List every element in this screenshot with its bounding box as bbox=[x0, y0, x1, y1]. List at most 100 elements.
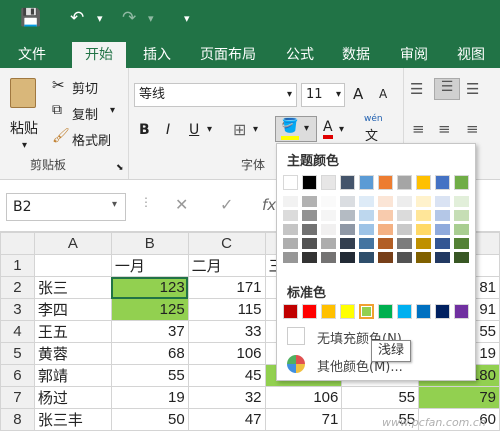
cell[interactable]: 68 bbox=[110, 342, 189, 365]
cut-button[interactable]: 剪切 bbox=[72, 78, 98, 97]
standard-color-swatch[interactable] bbox=[340, 304, 355, 319]
cell[interactable]: 47 bbox=[187, 408, 266, 431]
borders-dropdown-icon[interactable]: ▾ bbox=[253, 124, 258, 135]
standard-color-swatch[interactable] bbox=[435, 304, 450, 319]
insert-function-icon[interactable]: fx bbox=[262, 196, 276, 214]
cell[interactable]: 171 bbox=[187, 276, 266, 299]
column-header-c[interactable]: C bbox=[187, 232, 266, 255]
standard-color-swatch-selected[interactable] bbox=[359, 304, 374, 319]
align-left-icon[interactable]: ≡ bbox=[412, 120, 425, 138]
save-icon[interactable]: 💾 bbox=[20, 8, 41, 28]
cell[interactable]: 二月 bbox=[187, 254, 266, 277]
cell[interactable]: 郭靖 bbox=[33, 364, 112, 387]
cell[interactable]: 125 bbox=[110, 298, 189, 321]
font-name-field[interactable]: 等线 ▾ bbox=[134, 83, 297, 107]
row-header[interactable]: 3 bbox=[0, 298, 35, 321]
underline-dropdown-icon[interactable]: ▾ bbox=[207, 124, 212, 135]
tab-review[interactable]: 审阅 bbox=[390, 42, 438, 68]
tab-data[interactable]: 数据 bbox=[332, 42, 380, 68]
undo-icon[interactable]: ↶ bbox=[70, 8, 84, 28]
italic-button[interactable]: I bbox=[166, 122, 170, 138]
font-size-field[interactable]: 11 ▾ bbox=[301, 83, 345, 107]
cell[interactable]: 李四 bbox=[33, 298, 112, 321]
align-bottom-icon[interactable]: ☰ bbox=[466, 80, 479, 98]
select-all-corner[interactable] bbox=[0, 232, 35, 255]
bold-button[interactable]: B bbox=[139, 122, 150, 138]
cell[interactable]: 32 bbox=[187, 386, 266, 409]
tab-home[interactable]: 开始 bbox=[72, 42, 126, 68]
cell[interactable]: 50 bbox=[110, 408, 189, 431]
row-header[interactable]: 4 bbox=[0, 320, 35, 343]
cell[interactable]: 55 bbox=[110, 364, 189, 387]
align-top-icon[interactable]: ☰ bbox=[410, 80, 423, 98]
borders-icon[interactable]: ⊞ bbox=[233, 120, 246, 139]
row-header[interactable]: 5 bbox=[0, 342, 35, 365]
format-painter-icon[interactable]: 🖌 bbox=[52, 128, 70, 144]
paste-button[interactable]: 粘贴 bbox=[10, 118, 38, 138]
decrease-font-button[interactable]: A bbox=[379, 87, 387, 101]
standard-color-swatch[interactable] bbox=[454, 304, 469, 319]
cell[interactable]: 115 bbox=[187, 298, 266, 321]
formula-bar-drag-handle[interactable]: ⋮ bbox=[140, 195, 152, 209]
cell[interactable]: 33 bbox=[187, 320, 266, 343]
font-color-dropdown-icon[interactable]: ▾ bbox=[339, 124, 344, 135]
column-header-a[interactable]: A bbox=[33, 232, 112, 255]
row-header[interactable]: 8 bbox=[0, 408, 35, 431]
standard-color-swatch[interactable] bbox=[397, 304, 412, 319]
paste-icon[interactable] bbox=[10, 78, 36, 108]
align-center-icon[interactable]: ≡ bbox=[438, 120, 451, 138]
align-middle-icon[interactable]: ☰ bbox=[434, 78, 460, 100]
cell[interactable]: 黄蓉 bbox=[33, 342, 112, 365]
namebox-dropdown-icon[interactable]: ▾ bbox=[112, 199, 117, 210]
cell[interactable]: 106 bbox=[187, 342, 266, 365]
cell[interactable]: 79 bbox=[418, 386, 500, 409]
cell[interactable] bbox=[33, 254, 112, 277]
tab-insert[interactable]: 插入 bbox=[133, 42, 181, 68]
cell[interactable]: 杨过 bbox=[33, 386, 112, 409]
cut-icon[interactable]: ✂ bbox=[52, 76, 65, 94]
standard-color-swatch[interactable] bbox=[302, 304, 317, 319]
standard-color-swatch[interactable] bbox=[378, 304, 393, 319]
cell[interactable]: 19 bbox=[110, 386, 189, 409]
enter-icon[interactable]: ✓ bbox=[220, 195, 233, 214]
copy-button[interactable]: 复制 bbox=[72, 104, 98, 123]
cell[interactable]: 45 bbox=[187, 364, 266, 387]
copy-icon[interactable]: ⧉ bbox=[52, 102, 62, 118]
cell-selected[interactable]: 123 bbox=[110, 276, 189, 299]
font-color-icon[interactable]: A bbox=[323, 119, 333, 139]
phonetic-icon[interactable]: wén bbox=[364, 114, 383, 124]
dialog-launcher-icon[interactable]: ⬊ bbox=[116, 163, 124, 173]
row-header[interactable]: 2 bbox=[0, 276, 35, 299]
tab-formulas[interactable]: 公式 bbox=[276, 42, 324, 68]
fill-color-button[interactable]: 🪣 ▾ bbox=[275, 116, 317, 142]
format-painter-button[interactable]: 格式刷 bbox=[72, 130, 111, 149]
cell[interactable]: 106 bbox=[264, 386, 343, 409]
cell[interactable]: 55 bbox=[341, 386, 420, 409]
tab-page-layout[interactable]: 页面布局 bbox=[190, 42, 266, 68]
row-header[interactable]: 7 bbox=[0, 386, 35, 409]
paste-dropdown-icon[interactable]: ▾ bbox=[22, 140, 27, 151]
dropdown-icon[interactable]: ▾ bbox=[97, 12, 103, 25]
tab-view[interactable]: 视图 bbox=[446, 42, 496, 68]
standard-color-swatch[interactable] bbox=[416, 304, 431, 319]
column-header-b[interactable]: B bbox=[110, 232, 189, 255]
standard-color-swatch[interactable] bbox=[321, 304, 336, 319]
cell[interactable]: 71 bbox=[264, 408, 343, 431]
increase-font-button[interactable]: A bbox=[353, 85, 363, 103]
copy-dropdown-icon[interactable]: ▾ bbox=[110, 105, 115, 116]
cell[interactable]: 一月 bbox=[110, 254, 189, 277]
redo-icon[interactable]: ↷ bbox=[122, 8, 136, 28]
row-header[interactable]: 1 bbox=[0, 254, 35, 277]
name-box[interactable]: B2 bbox=[6, 193, 126, 221]
cell[interactable]: 张三 bbox=[33, 276, 112, 299]
dropdown-icon[interactable]: ▾ bbox=[148, 12, 154, 25]
align-right-icon[interactable]: ≡ bbox=[466, 120, 479, 138]
cell[interactable]: 张三丰 bbox=[33, 408, 112, 431]
row-header[interactable]: 6 bbox=[0, 364, 35, 387]
tab-file[interactable]: 文件 bbox=[6, 42, 58, 68]
cell[interactable]: 37 bbox=[110, 320, 189, 343]
cell[interactable]: 王五 bbox=[33, 320, 112, 343]
standard-color-swatch[interactable] bbox=[283, 304, 298, 319]
underline-button[interactable]: U bbox=[189, 122, 199, 138]
customize-qat-icon[interactable]: ▾ bbox=[184, 12, 190, 25]
